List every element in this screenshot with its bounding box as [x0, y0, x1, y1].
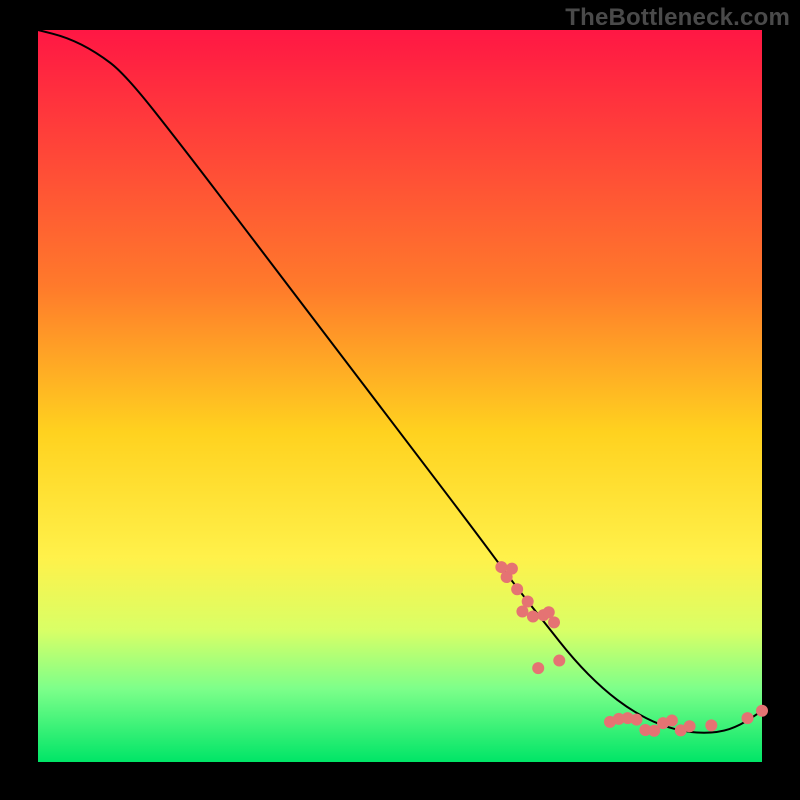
sample-point	[506, 563, 518, 575]
chart-container: TheBottleneck.com	[0, 0, 800, 800]
sample-point	[705, 719, 717, 731]
sample-point	[684, 720, 696, 732]
sample-point	[756, 705, 768, 717]
plot-background	[38, 30, 762, 762]
sample-point	[527, 610, 539, 622]
sample-point	[553, 655, 565, 667]
sample-point	[543, 606, 555, 618]
sample-point	[532, 662, 544, 674]
sample-point	[631, 714, 643, 726]
sample-point	[742, 712, 754, 724]
watermark-text: TheBottleneck.com	[565, 4, 790, 32]
sample-point	[548, 616, 560, 628]
sample-point	[511, 583, 523, 595]
sample-point	[522, 596, 534, 608]
sample-point	[666, 715, 678, 727]
bottleneck-chart	[0, 0, 800, 800]
